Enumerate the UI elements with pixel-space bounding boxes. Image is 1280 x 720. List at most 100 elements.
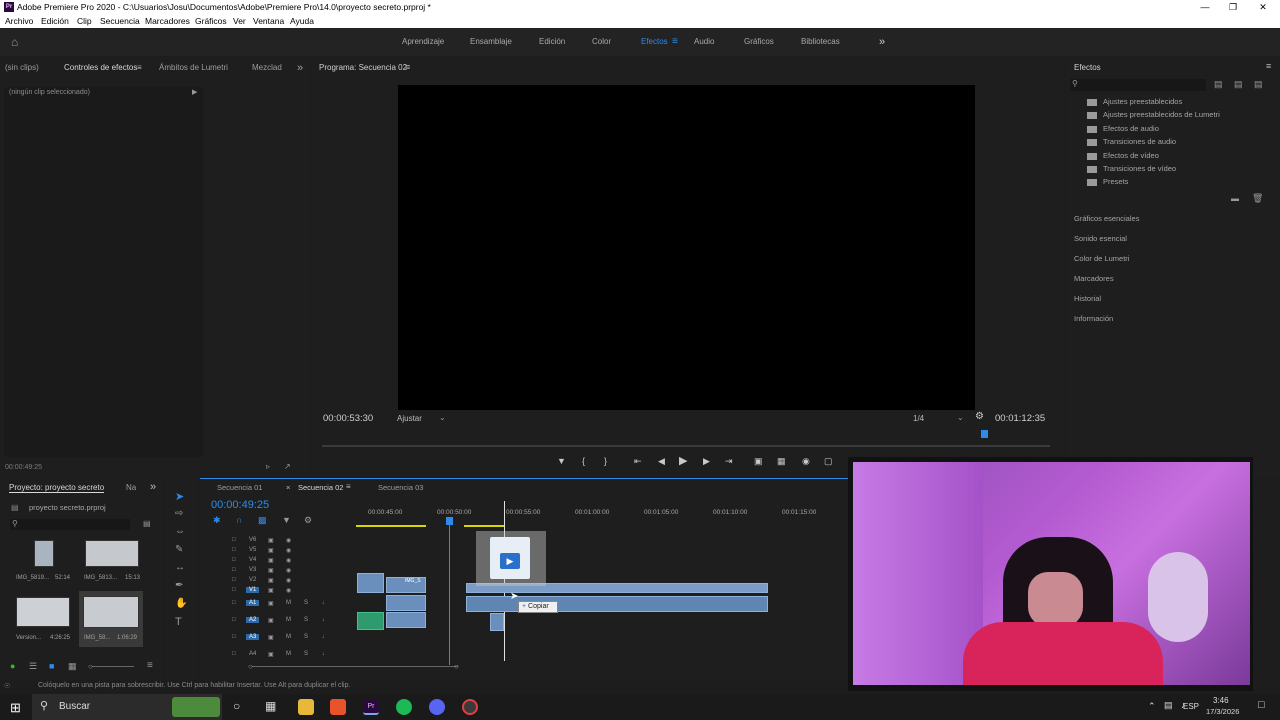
close-button[interactable]: ✕ [1248, 0, 1278, 15]
timeline-timecode[interactable]: 00:00:49:25 [211, 499, 269, 511]
program-menu-icon[interactable]: ≡ [405, 62, 410, 72]
mute-button[interactable]: M [286, 617, 291, 623]
workspace-graficos[interactable]: Gráficos [744, 28, 774, 56]
delete-icon[interactable]: 🗑 [1252, 193, 1263, 204]
tab-menu-icon[interactable]: ≡ [346, 482, 351, 491]
video-clip[interactable] [357, 573, 384, 593]
track-label[interactable]: A3 [246, 634, 260, 640]
lock-icon[interactable]: □ [232, 557, 236, 563]
video-track-header[interactable]: □ V6 ▣ ◉ [230, 537, 350, 547]
menu-graficos[interactable]: Gráficos [195, 15, 227, 28]
linked-selection-icon[interactable]: ▩ [258, 515, 267, 526]
menu-clip[interactable]: Clip [77, 15, 92, 28]
tab-controles-efectos[interactable]: Controles de efectos [64, 57, 137, 79]
list-view-icon[interactable]: ☰ [29, 661, 37, 672]
effects-folder-user-presets[interactable]: Presets [1073, 176, 1128, 188]
extract-icon[interactable]: ▦ [777, 454, 786, 468]
track-select-tool-icon[interactable]: ⇨ [175, 508, 183, 519]
audio-clip[interactable] [386, 612, 426, 628]
workspace-efectos[interactable]: Efectos [641, 28, 668, 56]
scroll-handle-left[interactable]: ○ [248, 662, 253, 671]
solo-button[interactable]: S [304, 651, 308, 657]
lock-icon[interactable]: ● [10, 661, 15, 671]
effects-menu-icon[interactable]: ≡ [1266, 61, 1271, 71]
panel-history[interactable]: Historial [1074, 294, 1101, 303]
microphone-icon[interactable]: ♩ [322, 600, 328, 606]
eye-icon[interactable]: ◉ [286, 577, 291, 584]
menu-ver[interactable]: Ver [233, 15, 246, 28]
audio-track-header[interactable]: □ A3 ▣ M S ♩ [230, 634, 350, 646]
track-label[interactable]: V2 [246, 577, 259, 583]
workspace-edicion[interactable]: Edición [539, 28, 565, 56]
type-tool-icon[interactable]: T [175, 616, 182, 628]
go-to-out-icon[interactable]: ⇥ [725, 454, 733, 468]
selected-clip-highlight[interactable]: IMG_58... 1:06:29 [79, 591, 143, 647]
audio-track-header[interactable]: □ A2 ▣ M S ♩ [230, 617, 350, 629]
slip-tool-icon[interactable]: ↔ [175, 562, 185, 573]
audio-clip[interactable] [357, 612, 384, 630]
sync-lock-icon[interactable]: ▣ [268, 557, 274, 564]
accelerated-effects-icon[interactable]: ▤ [1214, 79, 1223, 90]
panel-info[interactable]: Información [1074, 314, 1113, 323]
effects-folder-lumetri-presets[interactable]: Ajustes preestablecidos de Lumetri [1073, 109, 1220, 121]
lock-icon[interactable]: □ [232, 537, 236, 543]
sync-lock-icon[interactable]: ▣ [268, 567, 274, 574]
new-bin-icon[interactable]: ▬ [1231, 194, 1239, 203]
ripple-edit-tool-icon[interactable]: ⇔ [175, 526, 185, 537]
video-track-header[interactable]: □ V3 ▣ ◉ [230, 567, 350, 577]
microphone-icon[interactable]: ♩ [322, 617, 328, 623]
mute-button[interactable]: M [286, 600, 291, 606]
track-label[interactable]: A1 [246, 600, 260, 606]
lift-icon[interactable]: ▣ [754, 454, 763, 468]
more-tabs-icon[interactable]: » [297, 57, 303, 79]
solo-button[interactable]: S [304, 634, 308, 640]
tray-chevron-icon[interactable]: ⌃ [1148, 701, 1156, 712]
playhead-scrubber[interactable] [322, 445, 1050, 447]
close-tab-icon[interactable]: × [286, 483, 290, 492]
panel-essential-graphics[interactable]: Gráficos esenciales [1074, 214, 1139, 223]
program-playhead-marker[interactable] [981, 430, 989, 438]
expand-arrow-icon[interactable]: ▶ [192, 88, 197, 96]
eye-icon[interactable]: ◉ [286, 537, 291, 544]
filter-icon[interactable]: ▹ [266, 462, 270, 471]
task-view-icon[interactable]: ▦ [265, 699, 276, 713]
eye-icon[interactable]: ◉ [286, 547, 291, 554]
freeform-view-icon[interactable]: ▦ [68, 661, 77, 672]
effects-folder-audio-effects[interactable]: Efectos de audio [1073, 123, 1159, 135]
resolution-dropdown[interactable]: 1/4 [913, 414, 924, 423]
lock-icon[interactable]: □ [232, 651, 236, 657]
tab-name[interactable]: Na [126, 483, 136, 492]
sync-lock-icon[interactable]: ▣ [268, 600, 274, 607]
spotify-icon[interactable] [396, 699, 412, 715]
sync-lock-icon[interactable]: ▣ [268, 587, 274, 594]
tab-secuencia-03[interactable]: Secuencia 03 [378, 483, 423, 492]
lock-icon[interactable]: □ [232, 547, 236, 553]
network-icon[interactable]: ▤ [1164, 700, 1173, 711]
minimize-button[interactable]: — [1190, 0, 1220, 15]
lock-icon[interactable]: □ [232, 617, 236, 623]
timeline-playhead-handle[interactable] [446, 517, 453, 525]
play-icon[interactable]: ▶ [679, 454, 687, 468]
mark-out-icon[interactable]: } [604, 454, 607, 468]
menu-archivo[interactable]: Archivo [5, 15, 33, 28]
more-workspaces-icon[interactable]: » [879, 28, 885, 56]
marker-icon[interactable]: ▼ [557, 454, 566, 468]
effects-folder-video-transitions[interactable]: Transiciones de vídeo [1073, 163, 1176, 175]
sort-icon[interactable]: ≡ [147, 660, 153, 671]
tab-sin-clips[interactable]: (sin clips) [5, 57, 39, 79]
brave-browser-icon[interactable] [330, 699, 346, 715]
32bit-effects-icon[interactable]: ▤ [1234, 79, 1243, 90]
audio-clip[interactable] [386, 595, 426, 611]
track-label[interactable]: V3 [246, 567, 259, 573]
maximize-button[interactable]: ❐ [1218, 0, 1248, 15]
video-track-header[interactable]: □ V5 ▣ ◉ [230, 547, 350, 557]
eye-icon[interactable]: ◉ [286, 587, 291, 594]
eye-icon[interactable]: ◉ [286, 567, 291, 574]
sync-lock-icon[interactable]: ▣ [268, 577, 274, 584]
clip-thumbnail[interactable] [16, 597, 70, 627]
clock-time[interactable]: 3:46 [1213, 696, 1229, 705]
zoom-slider[interactable] [92, 666, 134, 667]
lock-icon[interactable]: □ [232, 600, 236, 606]
language-indicator[interactable]: ESP [1183, 702, 1199, 711]
notifications-icon[interactable]: □ [1258, 699, 1265, 711]
